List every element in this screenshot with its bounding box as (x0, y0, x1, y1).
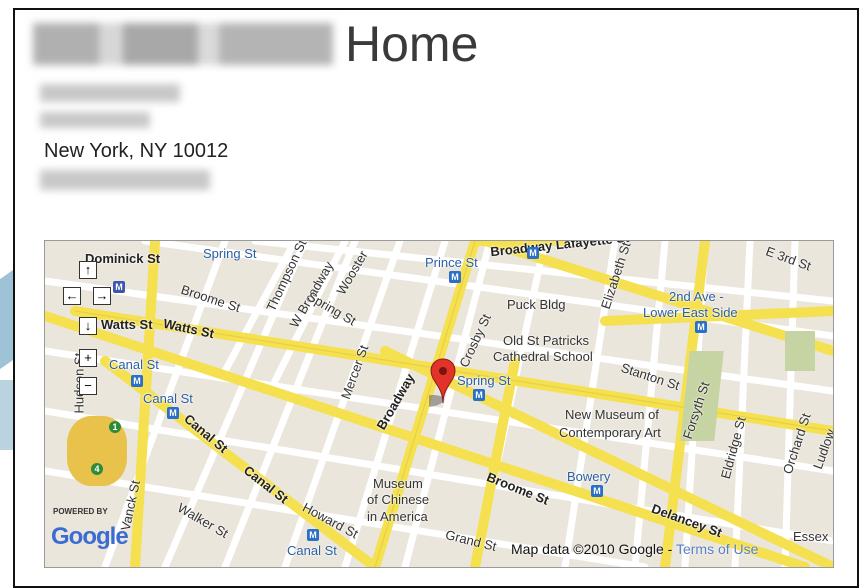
poi-label: Puck Bldg (507, 297, 566, 312)
zoom-out-button[interactable]: − (79, 377, 97, 395)
street-label: Canal St (109, 357, 159, 372)
google-logo[interactable]: Google (51, 523, 129, 551)
poi-label: of Chinese (367, 492, 430, 507)
poi-label: Contemporary Art (559, 425, 661, 440)
page-title: Home (345, 16, 479, 72)
subway-icon: M (307, 529, 319, 541)
street-label: Spring St (203, 246, 257, 261)
street-label: Prince St (425, 255, 478, 270)
street-label: Spring St (457, 373, 511, 388)
subway-icon: M (695, 321, 707, 333)
pan-left-button[interactable]: ← (63, 287, 81, 305)
subway-icon: M (131, 375, 143, 387)
street-label: Watts St (101, 317, 153, 332)
poi-label: Bowery (567, 469, 611, 484)
street-label: Canal St (143, 391, 193, 406)
header: Home (33, 16, 478, 72)
subway-icon: M (449, 271, 461, 283)
map-attribution: Map data ©2010 Google - Terms of Use (511, 541, 758, 557)
map-marker-icon[interactable] (429, 357, 457, 407)
poi-label: New Museum of (565, 407, 659, 422)
redacted-address-line-1 (40, 84, 180, 102)
poi-label: Old St Patricks (503, 333, 589, 348)
poi-label: 2nd Ave - (669, 289, 724, 304)
address-city-line: New York, NY 10012 (44, 140, 229, 162)
park (785, 331, 815, 371)
subway-icon: M (113, 281, 125, 293)
attribution-text: Map data ©2010 Google - (511, 541, 673, 557)
zoom-in-button[interactable]: + (79, 349, 97, 367)
map[interactable]: Dominick St Spring St Thompson St W Broa… (44, 240, 834, 568)
subway-icon: M (527, 247, 539, 259)
route-badge: 4 (91, 463, 103, 475)
street-label: Canal St (287, 543, 337, 558)
google-logo-text: Google (51, 523, 129, 550)
street-label: Essex St (793, 529, 833, 544)
redacted-name (33, 23, 333, 65)
redacted-phone (40, 170, 210, 190)
poi-label: Cathedral School (493, 349, 593, 364)
subway-icon: M (167, 407, 179, 419)
terms-of-use-link[interactable]: Terms of Use (676, 541, 758, 557)
poi-label: Museum (373, 476, 423, 491)
pan-down-button[interactable]: ↓ (79, 317, 97, 335)
subway-icon: M (591, 485, 603, 497)
subway-icon: M (473, 389, 485, 401)
route-badge: 1 (109, 421, 121, 433)
powered-by-label: POWERED BY (53, 507, 108, 516)
pan-right-button[interactable]: → (93, 287, 111, 305)
pan-up-button[interactable]: ↑ (79, 261, 97, 279)
redacted-address-line-2 (40, 112, 150, 128)
poi-label: in America (367, 509, 428, 524)
poi-label: Lower East Side (643, 305, 738, 320)
